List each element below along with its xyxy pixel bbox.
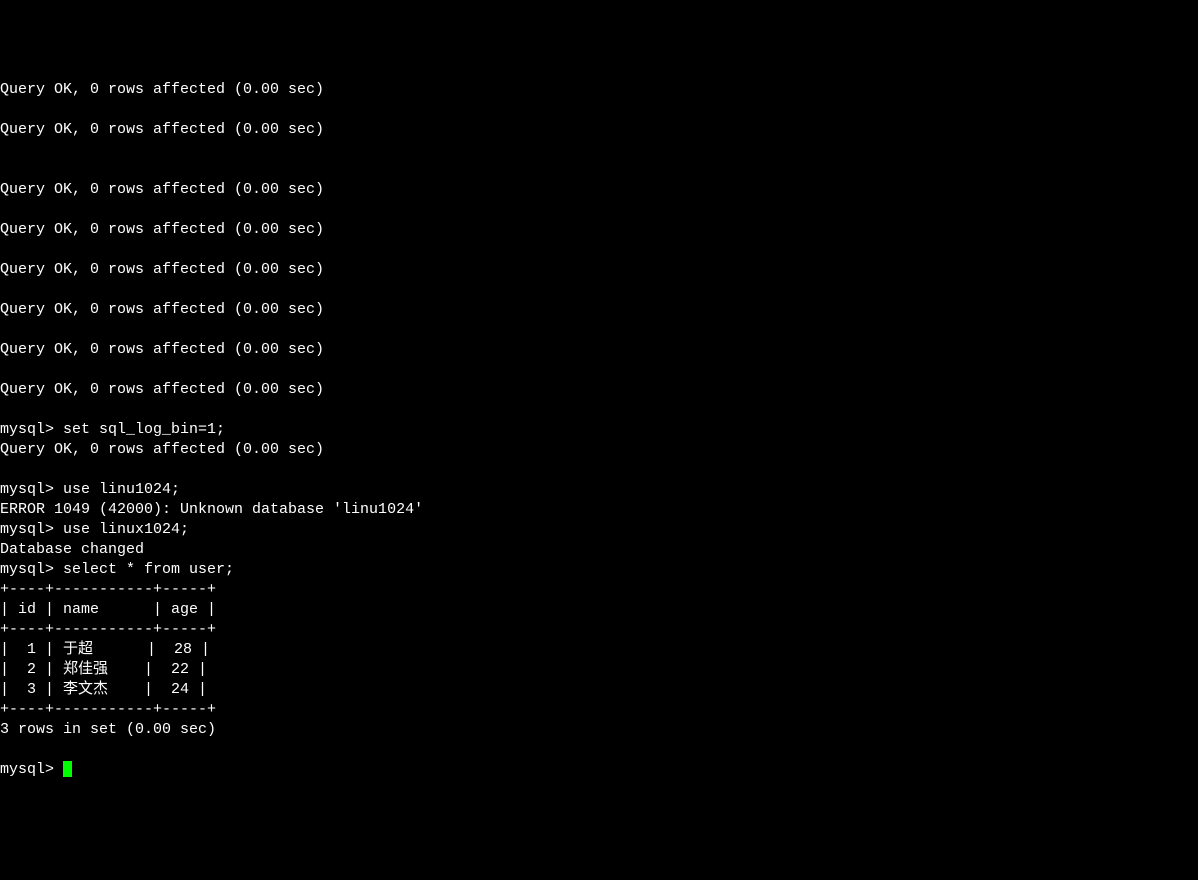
- terminal-line: Query OK, 0 rows affected (0.00 sec): [0, 440, 1198, 460]
- terminal-output[interactable]: Query OK, 0 rows affected (0.00 sec) Quer…: [0, 80, 1198, 780]
- terminal-line: mysql> use linux1024;: [0, 520, 1198, 540]
- terminal-line: [0, 320, 1198, 340]
- terminal-line: +----+-----------+-----+: [0, 580, 1198, 600]
- terminal-line: [0, 100, 1198, 120]
- mysql-prompt[interactable]: mysql>: [0, 761, 63, 778]
- terminal-line: [0, 280, 1198, 300]
- terminal-line: [0, 140, 1198, 160]
- terminal-line: Database changed: [0, 540, 1198, 560]
- terminal-line: Query OK, 0 rows affected (0.00 sec): [0, 380, 1198, 400]
- terminal-line: [0, 360, 1198, 380]
- terminal-line: Query OK, 0 rows affected (0.00 sec): [0, 340, 1198, 360]
- terminal-line: Query OK, 0 rows affected (0.00 sec): [0, 300, 1198, 320]
- terminal-line: | id | name | age |: [0, 600, 1198, 620]
- terminal-line: Query OK, 0 rows affected (0.00 sec): [0, 260, 1198, 280]
- terminal-line: [0, 240, 1198, 260]
- terminal-line: +----+-----------+-----+: [0, 700, 1198, 720]
- terminal-line: mysql> use linu1024;: [0, 480, 1198, 500]
- cursor-block: [63, 761, 72, 777]
- terminal-line: mysql> select * from user;: [0, 560, 1198, 580]
- terminal-line: 3 rows in set (0.00 sec): [0, 720, 1198, 740]
- terminal-line: [0, 740, 1198, 760]
- terminal-line: | 1 | 于超 | 28 |: [0, 640, 1198, 660]
- terminal-line: Query OK, 0 rows affected (0.00 sec): [0, 120, 1198, 140]
- terminal-line: +----+-----------+-----+: [0, 620, 1198, 640]
- terminal-line: mysql> set sql_log_bin=1;: [0, 420, 1198, 440]
- terminal-line: mysql>: [0, 760, 1198, 780]
- terminal-line: Query OK, 0 rows affected (0.00 sec): [0, 180, 1198, 200]
- terminal-line: [0, 400, 1198, 420]
- terminal-line: | 2 | 郑佳强 | 22 |: [0, 660, 1198, 680]
- terminal-line: Query OK, 0 rows affected (0.00 sec): [0, 220, 1198, 240]
- terminal-line: ERROR 1049 (42000): Unknown database 'li…: [0, 500, 1198, 520]
- terminal-line: | 3 | 李文杰 | 24 |: [0, 680, 1198, 700]
- terminal-line: [0, 200, 1198, 220]
- terminal-line: [0, 460, 1198, 480]
- terminal-line: Query OK, 0 rows affected (0.00 sec): [0, 80, 1198, 100]
- terminal-line: [0, 160, 1198, 180]
